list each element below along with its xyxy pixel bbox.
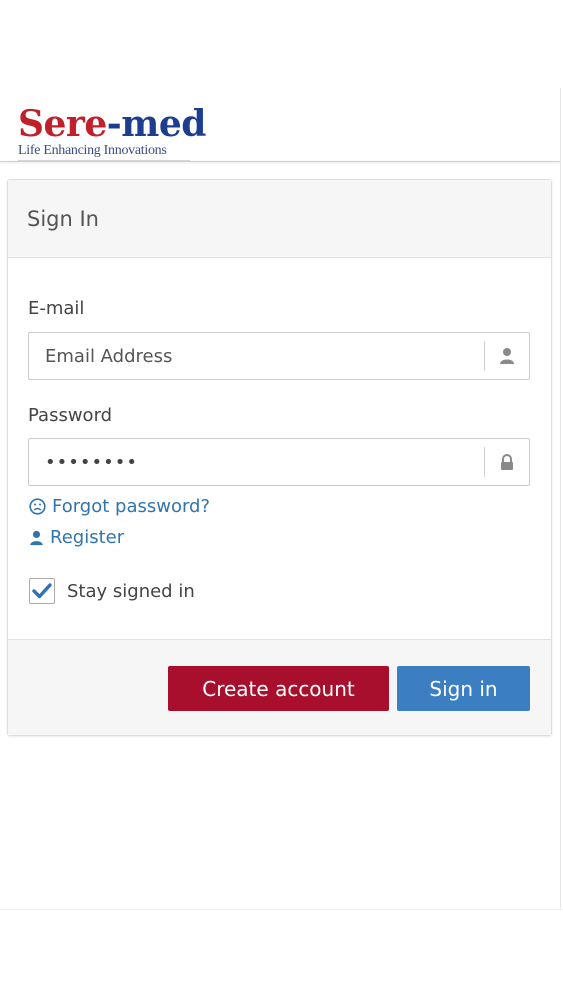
brand-logo: Sere-med Life Enhancing Innovations: [18, 106, 206, 161]
panel-title: Sign In: [8, 180, 551, 258]
password-label: Password: [28, 405, 113, 426]
header-divider: [0, 161, 560, 162]
page-bottom-border: [0, 909, 563, 910]
sign-in-button[interactable]: Sign in: [397, 666, 530, 711]
user-icon: [29, 530, 44, 546]
create-account-button[interactable]: Create account: [168, 666, 389, 711]
stay-signed-in-label: Stay signed in: [67, 580, 195, 602]
stay-signed-in-checkbox[interactable]: [29, 578, 55, 604]
lock-icon: [484, 447, 529, 477]
forgot-password-link[interactable]: Forgot password?: [29, 496, 210, 517]
logo-wordmark: Sere-med: [18, 106, 206, 142]
user-icon: [484, 341, 529, 371]
panel-footer: Create account Sign in: [8, 639, 551, 735]
sign-in-panel: Sign In E-mail Password Forgot p: [7, 179, 552, 736]
stay-signed-in-row: Stay signed in: [29, 578, 195, 604]
register-link[interactable]: Register: [29, 527, 124, 548]
logo-name-part2: -med: [106, 103, 207, 145]
email-label: E-mail: [28, 298, 85, 319]
password-input[interactable]: [29, 442, 484, 482]
logo-tagline: Life Enhancing Innovations: [18, 143, 190, 161]
email-input-group: [28, 332, 530, 380]
forgot-password-label: Forgot password?: [52, 496, 211, 517]
email-input[interactable]: [29, 336, 484, 376]
frown-icon: [29, 498, 46, 515]
password-input-group: [28, 438, 530, 486]
logo-name-part1: Sere: [18, 103, 107, 145]
login-page: Sere-med Life Enhancing Innovations Sign…: [0, 88, 561, 910]
register-label: Register: [50, 527, 125, 548]
checkmark-icon: [32, 583, 52, 599]
